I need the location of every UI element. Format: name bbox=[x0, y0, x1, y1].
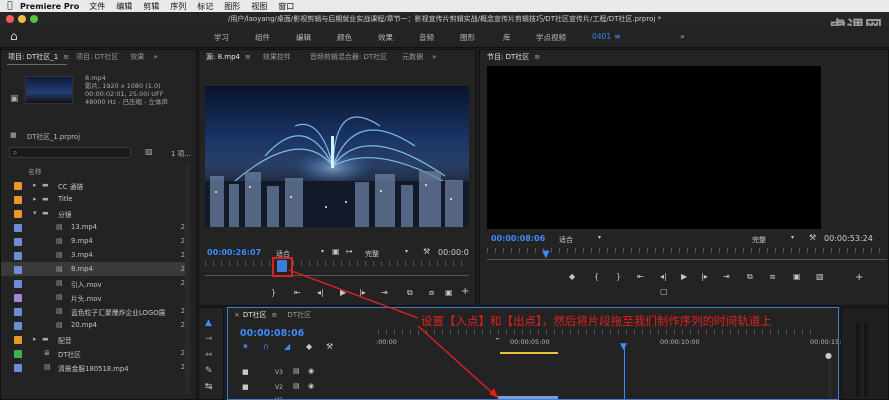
annotation-text: 设置【入点】和【出点】，然后将片段拖至我们制作序列的时间轨道上 bbox=[421, 314, 772, 328]
annotation-arrow-overlay bbox=[288, 269, 499, 399]
